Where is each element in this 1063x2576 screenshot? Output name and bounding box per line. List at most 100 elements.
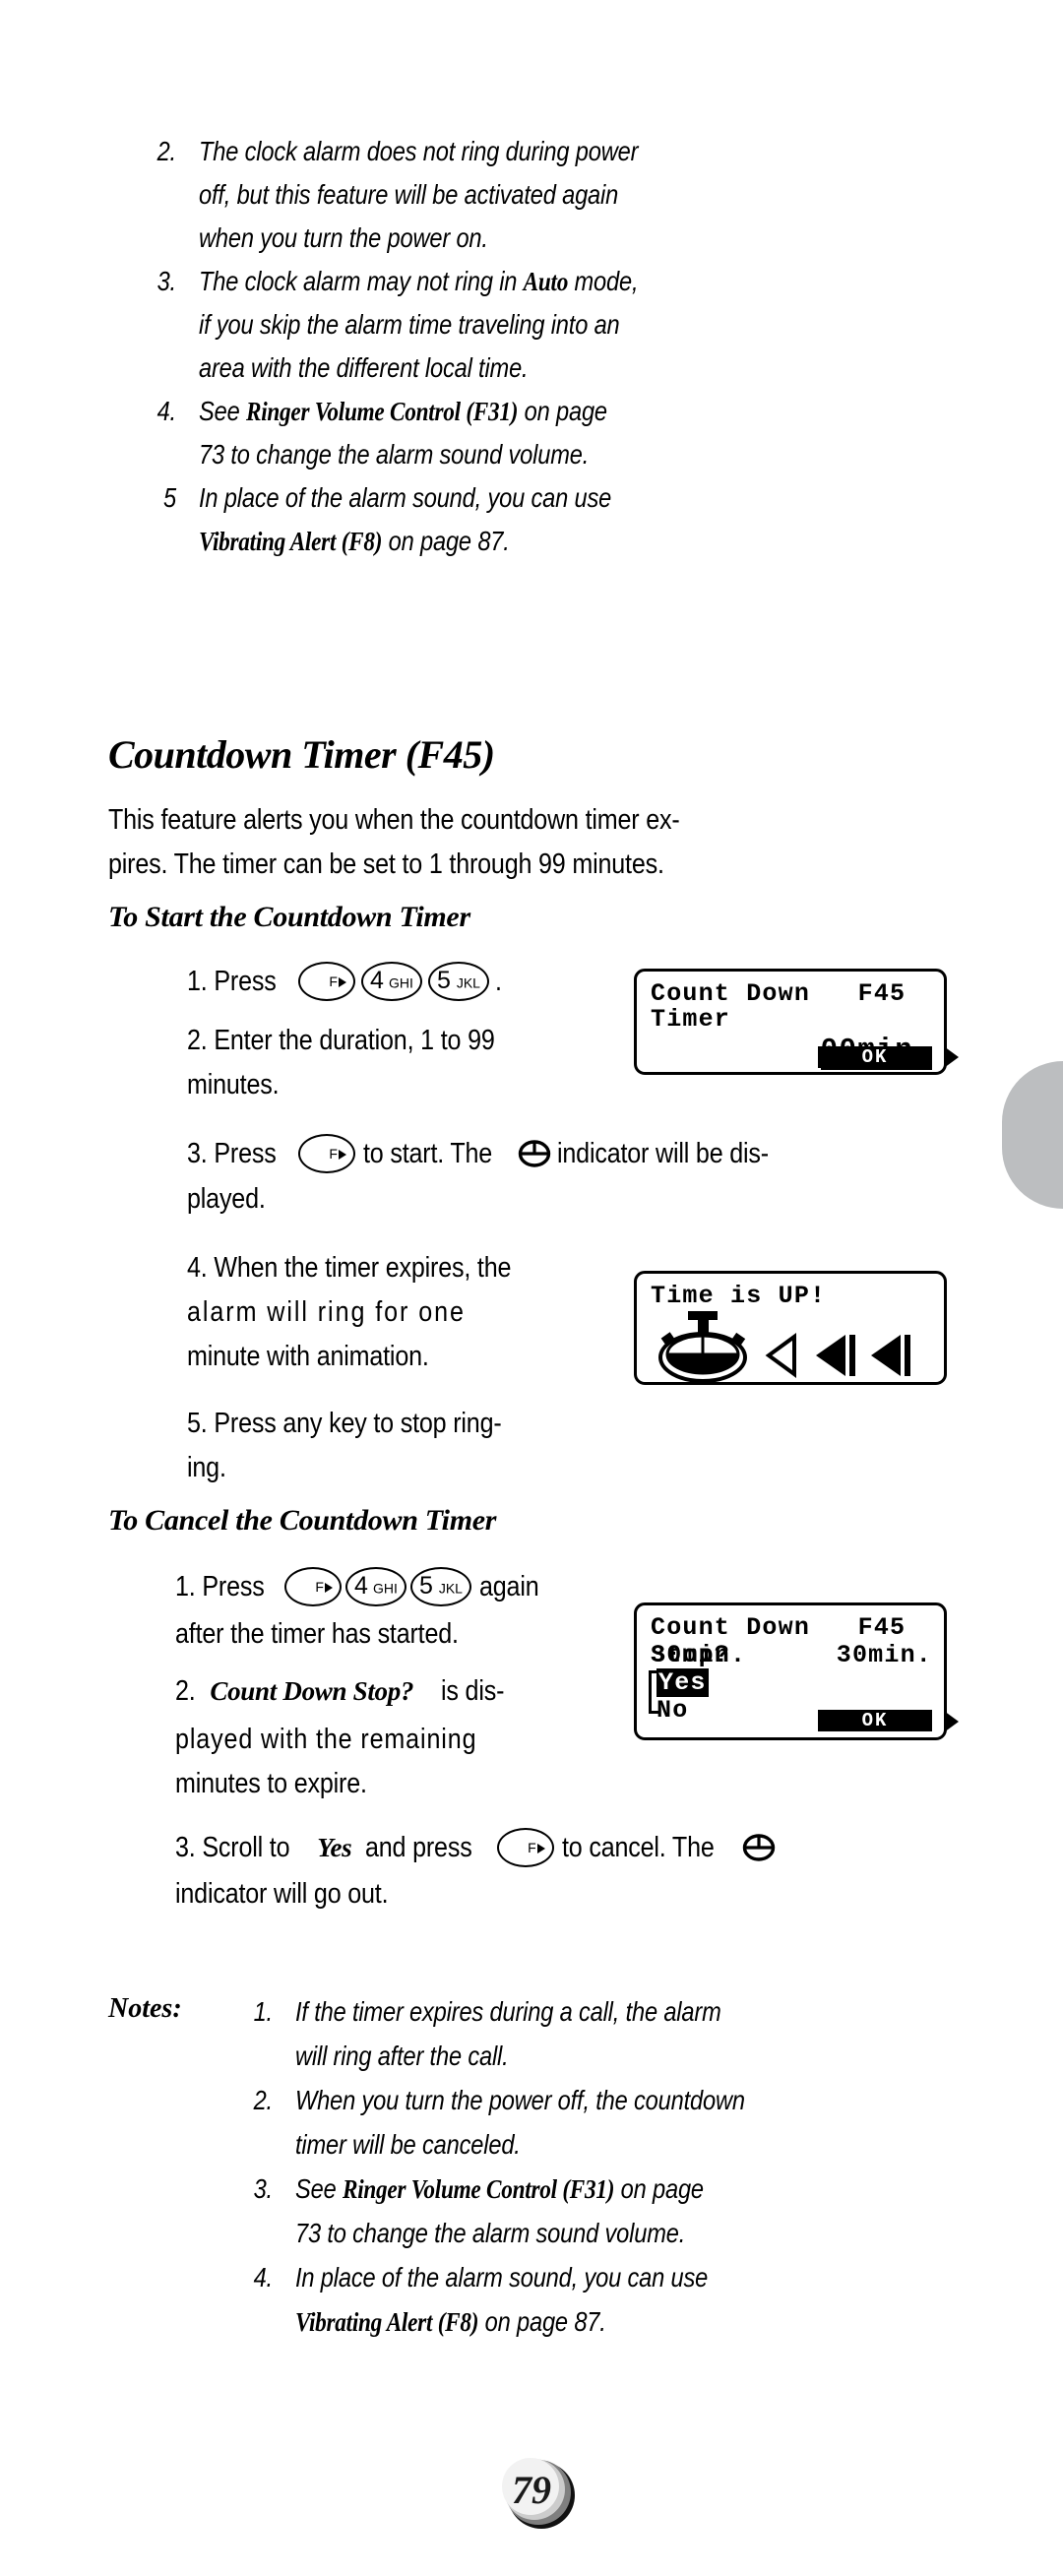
note-number: 4. (156, 396, 177, 426)
lcd-ok-softkey[interactable]: OK (818, 1046, 932, 1068)
countdown-indicator-icon (742, 1833, 776, 1862)
key-5-letters: JKL (456, 974, 480, 991)
start-step-1: 1. Press F 4 GHI 5 JKL . (187, 960, 503, 1003)
start-step-3: 3. Press F to start. The indicator will … (187, 1132, 797, 1175)
lcd-line-2: Timer (651, 1005, 731, 1034)
note-text: on page 87. (478, 2306, 606, 2337)
note-line: If the timer expires during a call, the … (295, 1996, 721, 2027)
cancel-step-2-line2: played with the remaining (175, 1724, 477, 1755)
note-text: See (199, 396, 246, 426)
note-number: 4. (253, 2262, 274, 2293)
note-line: area with the different local time. (199, 352, 529, 383)
triangle-right-icon (324, 1583, 333, 1593)
key-5[interactable]: 5 JKL (409, 1567, 471, 1606)
start-step-5-line2: ing. (187, 1452, 226, 1483)
cross-reference: Ringer Volume Control (F31) (245, 397, 519, 426)
page-edge-tab (1002, 1061, 1063, 1209)
key-f-letter: F (329, 974, 338, 989)
note-text: on page 87. (382, 526, 510, 556)
step-text: 1. Press (187, 966, 277, 997)
lcd-line-1: Count Down F45 (651, 1613, 907, 1642)
lcd-countdown-stop: Count Down F45 30min. Stop? 30min. Yes N… (634, 1602, 947, 1740)
key-f-label: F (528, 1841, 545, 1854)
start-step-5-line1: 5. Press any key to stop ring- (187, 1408, 502, 1439)
lcd-option-yes-label: Yes (657, 1668, 709, 1697)
key-5-letters: JKL (438, 1580, 463, 1597)
triangle-right-icon (338, 1150, 346, 1160)
step-text: 3. Scroll to (175, 1832, 290, 1863)
option-yes-reference: Yes (317, 1832, 352, 1862)
key-4-digit: 4 (369, 967, 384, 994)
step-text: indicator will be dis- (556, 1138, 769, 1169)
lcd-ok-softkey[interactable]: OK (818, 1710, 932, 1731)
key-4[interactable]: 4 GHI (360, 962, 422, 1001)
key-f-letter: F (329, 1146, 338, 1162)
start-step-2-line2: minutes. (187, 1069, 280, 1100)
note-line: if you skip the alarm time traveling int… (199, 309, 620, 340)
lcd-stop-label: Stop? (651, 1641, 731, 1669)
step-text: to cancel. The (561, 1832, 715, 1863)
cancel-step-2-line3: minutes to expire. (175, 1768, 367, 1799)
key-5[interactable]: 5 JKL (427, 962, 489, 1001)
step-text: again (478, 1571, 539, 1602)
lcd-time-up: Time is UP! (634, 1271, 947, 1385)
sound-wave-icons (765, 1333, 910, 1378)
start-step-4-line2: alarm will ring for one (187, 1296, 466, 1328)
lcd-option-no[interactable]: No (657, 1696, 688, 1726)
manual-page: 2. The clock alarm does not ring during … (0, 0, 1063, 2576)
page-number-badge: 79 (497, 2451, 582, 2536)
triangle-right-icon (338, 977, 346, 987)
note-line: See Ringer Volume Control (F31) on page (199, 390, 607, 433)
key-f[interactable]: F (297, 962, 355, 1001)
cross-reference: Ringer Volume Control (F31) (342, 2174, 615, 2204)
step-text: 3. Press (187, 1138, 277, 1169)
key-f[interactable]: F (283, 1567, 342, 1606)
key-f[interactable]: F (496, 1828, 554, 1867)
cancel-step-1: 1. Press F 4 GHI 5 JKL again (175, 1565, 547, 1608)
key-4-digit: 4 (353, 1572, 368, 1600)
note-line: 73 to change the alarm sound volume. (199, 439, 590, 470)
countdown-indicator-icon (518, 1139, 551, 1168)
note-line: In place of the alarm sound, you can use (295, 2262, 709, 2293)
note-line: Vibrating Alert (F8) on page 87. (295, 2300, 606, 2344)
key-f-letter: F (315, 1579, 324, 1595)
cross-reference: Count Down Stop? (210, 1676, 414, 1706)
note-text: mode, (568, 266, 639, 296)
key-f[interactable]: F (297, 1134, 355, 1173)
cancel-step-1-line2: after the timer has started. (175, 1618, 459, 1650)
note-number: 3. (156, 266, 177, 296)
cancel-step-3: 3. Scroll to Yes and press F to cancel. … (175, 1826, 776, 1869)
lcd-option-yes[interactable]: Yes (657, 1668, 709, 1698)
start-step-4-line1: 4. When the timer expires, the (187, 1252, 512, 1284)
cancel-step-3-line2: indicator will go out. (175, 1878, 389, 1910)
note-number: 2. (253, 2085, 274, 2115)
note-text: on page (518, 396, 607, 426)
key-4-letters: GHI (389, 974, 413, 991)
stopwatch-icon (658, 1311, 747, 1383)
key-f-label: F (315, 1580, 333, 1594)
note-line: when you turn the power on. (199, 222, 488, 253)
key-f-label: F (329, 974, 346, 988)
key-5-digit: 5 (418, 1572, 433, 1600)
lcd-countdown-setup: Count Down F45 Timer 00min. OK (634, 969, 947, 1075)
cross-reference: Vibrating Alert (F8) (199, 527, 383, 556)
step-text: and press (365, 1832, 472, 1863)
start-step-3-line2: played. (187, 1183, 266, 1215)
page-number: 79 (512, 2467, 551, 2512)
section-title: Countdown Timer (F45) (108, 732, 495, 777)
note-line: 73 to change the alarm sound volume. (295, 2218, 686, 2248)
note-line: timer will be canceled. (295, 2129, 521, 2160)
stopwatch-animation-art (649, 1311, 934, 1387)
key-4-letters: GHI (373, 1580, 398, 1597)
note-number: 3. (253, 2173, 274, 2204)
intro-line: This feature alerts you when the countdo… (108, 804, 680, 836)
note-line: When you turn the power off, the countdo… (295, 2085, 745, 2115)
lcd-ok-arrow-icon (944, 1046, 959, 1068)
triangle-right-icon (536, 1844, 545, 1853)
cancel-step-2: 2. Count Down Stop? is dis- (175, 1673, 513, 1713)
key-4[interactable]: 4 GHI (344, 1567, 406, 1606)
lcd-remaining-minutes: 30min. (836, 1641, 932, 1669)
note-line: See Ringer Volume Control (F31) on page (295, 2168, 704, 2211)
key-f-label: F (329, 1147, 346, 1161)
key-5-digit: 5 (436, 967, 451, 994)
